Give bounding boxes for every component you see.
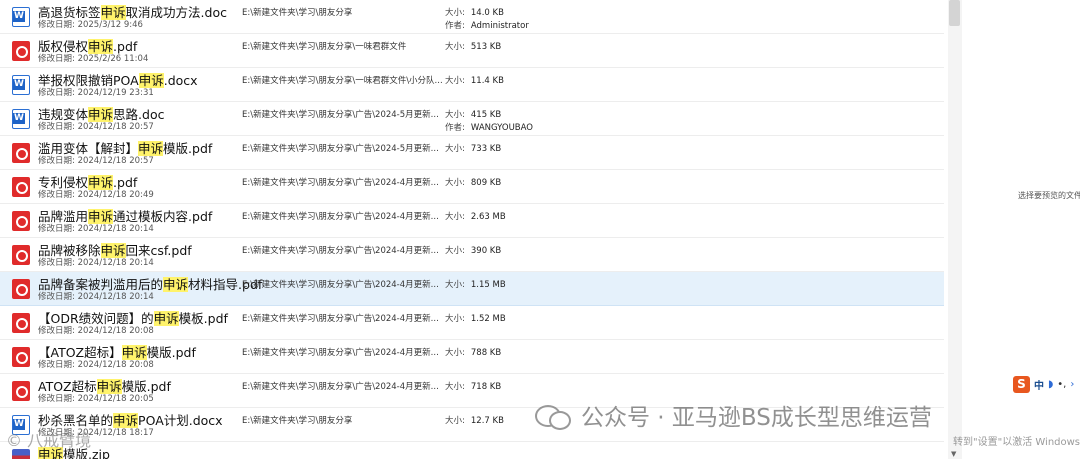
file-path: E:\新建文件夹\学习\朋友分享 <box>242 8 353 18</box>
pdf-file-icon <box>12 279 30 299</box>
file-row[interactable]: 【ODR绩效问题】的申诉模板.pdf 修改日期: 2024/12/18 20:08… <box>0 306 944 340</box>
file-path: E:\新建文件夹\学习\朋友分享\广告\2024-4月更新... <box>242 382 439 392</box>
scrollbar-thumb[interactable] <box>949 0 960 26</box>
file-row[interactable]: 【ATOZ超标】申诉模版.pdf 修改日期: 2024/12/18 20:08 E:… <box>0 340 944 374</box>
file-row[interactable]: W 违规变体申诉思路.doc 修改日期: 2024/12/18 20:57 E:\新建… <box>0 102 944 136</box>
ime-language[interactable]: 中 <box>1034 377 1044 392</box>
more-icon[interactable]: › <box>1070 379 1074 390</box>
pdf-file-icon <box>12 245 30 265</box>
file-modified-date: 修改日期: 2024/12/18 20:57 <box>38 122 154 132</box>
file-path: E:\新建文件夹\学习\朋友分享\广告\2024-4月更新... <box>242 212 439 222</box>
file-size: 大小: 1.52 MB <box>445 314 506 324</box>
watermark: 公众号 · 亚马逊BS成长型思维运营 <box>535 398 932 432</box>
word-file-icon: W <box>12 7 30 27</box>
file-row[interactable]: 品牌被移除申诉回来csf.pdf 修改日期: 2024/12/18 20:14 E:… <box>0 238 944 272</box>
file-size: 大小: 733 KB <box>445 144 502 154</box>
file-size: 大小: 1.15 MB <box>445 280 506 290</box>
search-highlight: 申诉 <box>153 311 179 326</box>
file-path: E:\新建文件夹\学习\朋友分享\广告\2024-5月更新... <box>242 144 439 154</box>
file-size: 大小: 2.63 MB <box>445 212 506 222</box>
file-size: 大小: 12.7 KB <box>445 416 504 426</box>
file-modified-date: 修改日期: 2024/12/18 20:08 <box>38 326 154 336</box>
file-author: 作者: WANGYOUBAO <box>445 123 533 133</box>
file-path: E:\新建文件夹\学习\朋友分享\广告\2024-4月更新... <box>242 246 439 256</box>
file-modified-date: 修改日期: 2024/12/18 20:05 <box>38 394 154 404</box>
punctuation-icon[interactable]: •, <box>1057 379 1066 390</box>
preview-placeholder: 选择要预览的文件 <box>1018 191 1080 200</box>
file-path: E:\新建文件夹\学习\朋友分享\一味君群文件\小分队... <box>242 76 443 86</box>
pdf-file-icon <box>12 381 30 401</box>
ime-toolbar[interactable]: S 中 ◗ •, › <box>1013 375 1074 393</box>
file-size: 大小: 14.0 KB <box>445 8 504 18</box>
file-row[interactable]: 滥用变体【解封】申诉模版.pdf 修改日期: 2024/12/18 20:57 E:… <box>0 136 944 170</box>
file-modified-date: 修改日期: 2024/12/18 20:14 <box>38 258 154 268</box>
file-modified-date: 修改日期: 2024/12/18 20:08 <box>38 360 154 370</box>
search-highlight: 申诉 <box>163 277 189 292</box>
pdf-file-icon <box>12 143 30 163</box>
file-size: 大小: 390 KB <box>445 246 502 256</box>
file-size: 大小: 415 KB <box>445 110 502 120</box>
file-size: 大小: 11.4 KB <box>445 76 504 86</box>
file-path: E:\新建文件夹\学习\朋友分享 <box>242 416 353 426</box>
file-size: 大小: 788 KB <box>445 348 502 358</box>
file-modified-date: 修改日期: 2024/12/18 20:49 <box>38 190 154 200</box>
file-modified-date: 修改日期: 2024/12/18 20:57 <box>38 156 154 166</box>
pdf-file-icon <box>12 177 30 197</box>
file-size: 大小: 718 KB <box>445 382 502 392</box>
file-modified-date: 修改日期: 2024/12/19 23:31 <box>38 88 154 98</box>
pdf-file-icon <box>12 41 30 61</box>
file-size: 大小: 513 KB <box>445 42 502 52</box>
vertical-scrollbar[interactable] <box>948 0 962 459</box>
word-file-icon: W <box>12 109 30 129</box>
pdf-file-icon <box>12 347 30 367</box>
corner-watermark: © 八戒臂境 <box>6 431 92 450</box>
file-row[interactable]: 品牌滥用申诉通过模板内容.pdf 修改日期: 2024/12/18 20:14 E:… <box>0 204 944 238</box>
file-row[interactable]: 申诉模版.zip修改日期: 2024/12/18 18:07 <box>0 442 944 459</box>
watermark-text: 公众号 · 亚马逊BS成长型思维运营 <box>581 405 932 431</box>
file-list: W 高退货标签申诉取消成功方法.doc 修改日期: 2025/3/12 9:46 E:… <box>0 0 944 459</box>
file-modified-date: 修改日期: 2025/3/12 9:46 <box>38 20 143 30</box>
file-modified-date: 修改日期: 2024/12/18 20:14 <box>38 292 154 302</box>
file-row[interactable]: 版权侵权申诉.pdf 修改日期: 2025/2/26 11:04 E:\新建文件夹\… <box>0 34 944 68</box>
file-path: E:\新建文件夹\学习\朋友分享\广告\2024-4月更新... <box>242 314 439 324</box>
wechat-icon <box>535 401 573 430</box>
file-modified-date: 修改日期: 2025/2/26 11:04 <box>38 54 149 64</box>
pdf-file-icon <box>12 211 30 231</box>
word-file-icon: W <box>12 75 30 95</box>
file-path: E:\新建文件夹\学习\朋友分享\广告\2024-5月更新... <box>242 110 439 120</box>
file-author: 作者: Administrator <box>445 21 529 31</box>
file-path: E:\新建文件夹\学习\朋友分享\广告\2024-4月更新... <box>242 348 439 358</box>
file-row[interactable]: 专利侵权申诉.pdf 修改日期: 2024/12/18 20:49 E:\新建文件夹… <box>0 170 944 204</box>
file-row[interactable]: W 举报权限撤销POA申诉.docx 修改日期: 2024/12/19 23:31 E… <box>0 68 944 102</box>
pdf-file-icon <box>12 313 30 333</box>
activate-windows-notice: 转到"设置"以激活 Windows <box>953 437 1080 448</box>
scroll-down-arrow-icon[interactable]: ▼ <box>951 450 956 458</box>
file-path: E:\新建文件夹\学习\朋友分享\广告\2024-4月更新... <box>242 178 439 188</box>
half-width-icon[interactable]: ◗ <box>1048 379 1053 390</box>
file-modified-date: 修改日期: 2024/12/18 20:14 <box>38 224 154 234</box>
file-path: E:\新建文件夹\学习\朋友分享\一味君群文件 <box>242 42 407 52</box>
sogou-icon[interactable]: S <box>1013 375 1030 393</box>
file-path: E:\新建文件夹\学习\朋友分享\广告\2024-4月更新... <box>242 280 439 290</box>
file-row[interactable]: 品牌备案被判滥用后的申诉材料指导.pdf 修改日期: 2024/12/18 20:… <box>0 272 944 306</box>
file-size: 大小: 809 KB <box>445 178 502 188</box>
file-row[interactable]: W 高退货标签申诉取消成功方法.doc 修改日期: 2025/3/12 9:46 E:… <box>0 0 944 34</box>
